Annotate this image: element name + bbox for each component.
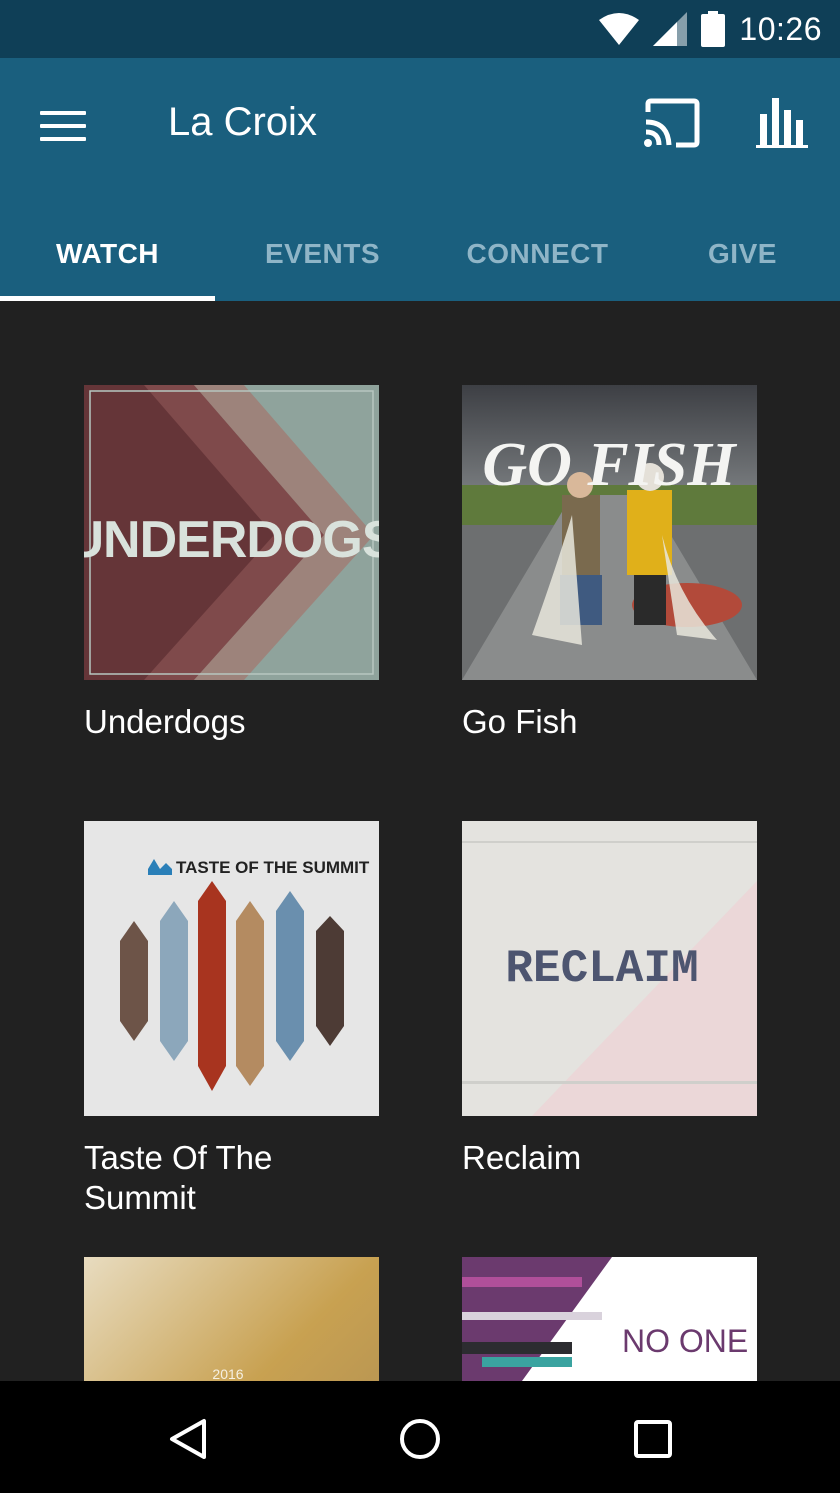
series-card-reclaim[interactable]: RECLAIM Reclaim xyxy=(462,821,757,1178)
app-title: La Croix xyxy=(168,100,317,144)
taste-of-the-summit-artwork: TASTE OF THE SUMMIT xyxy=(84,821,379,1116)
cell-signal-icon xyxy=(653,12,688,46)
tab-watch[interactable]: WATCH xyxy=(0,206,215,301)
reclaim-artwork-text: RECLAIM xyxy=(505,943,698,995)
status-time: 10:26 xyxy=(739,10,822,47)
tab-label: GIVE xyxy=(708,237,777,269)
2016-artwork-text: 2016 xyxy=(212,1366,243,1381)
tab-label: EVENTS xyxy=(264,237,381,269)
system-nav-bar xyxy=(0,1381,840,1493)
series-artwork[interactable]: GO FISH xyxy=(462,385,757,680)
underdogs-artwork: UNDERDOGS xyxy=(84,385,379,680)
series-card-go-fish[interactable]: GO FISH Go Fish xyxy=(462,385,757,742)
stats-icon[interactable] xyxy=(756,96,812,148)
status-icons: 10:26 xyxy=(599,8,822,50)
cast-icon[interactable] xyxy=(642,98,702,150)
series-title: Reclaim xyxy=(462,1139,582,1176)
series-card-underdogs[interactable]: UNDERDOGS Underdogs xyxy=(84,385,379,742)
series-artwork[interactable]: NO ONE xyxy=(462,1257,757,1381)
series-card-2016[interactable]: 2016 xyxy=(84,1257,379,1381)
reclaim-artwork: RECLAIM xyxy=(462,821,757,1116)
series-card-no-one[interactable]: NO ONE xyxy=(462,1257,757,1381)
status-bar: 10:26 xyxy=(0,0,840,58)
go-fish-artwork: GO FISH xyxy=(462,385,757,680)
wifi-icon xyxy=(599,13,640,45)
series-card-taste-of-the-summit[interactable]: TASTE OF THE SUMMIT Taste Of The Summit xyxy=(84,821,379,1218)
no-one-artwork-text: NO ONE xyxy=(622,1323,748,1359)
series-title: Underdogs xyxy=(84,703,246,740)
recents-icon[interactable] xyxy=(625,1411,681,1467)
tab-connect[interactable]: CONNECT xyxy=(430,206,645,301)
tab-label: WATCH xyxy=(55,237,160,269)
back-icon[interactable] xyxy=(160,1411,216,1467)
series-grid: UNDERDOGS Underdogs GO FISH Go Fish TAST… xyxy=(0,301,840,1381)
no-one-artwork: NO ONE xyxy=(462,1257,757,1381)
underdogs-artwork-text: UNDERDOGS xyxy=(84,511,379,569)
series-artwork[interactable]: RECLAIM xyxy=(462,821,757,1116)
home-icon[interactable] xyxy=(392,1411,448,1467)
tab-label: CONNECT xyxy=(466,237,609,269)
tab-events[interactable]: EVENTS xyxy=(215,206,430,301)
series-artwork[interactable]: TASTE OF THE SUMMIT xyxy=(84,821,379,1116)
summit-artwork-text: TASTE OF THE SUMMIT xyxy=(176,858,370,877)
battery-icon xyxy=(701,11,726,47)
app-bar: La Croix WATCH EVENTS CONNECT GIVE xyxy=(0,58,840,301)
series-artwork[interactable]: 2016 xyxy=(84,1257,379,1381)
menu-icon[interactable] xyxy=(40,104,92,148)
2016-artwork: 2016 xyxy=(84,1257,379,1381)
tab-give[interactable]: GIVE xyxy=(645,206,840,301)
series-title: Go Fish xyxy=(462,703,578,740)
go-fish-artwork-text: GO FISH xyxy=(482,431,737,499)
series-artwork[interactable]: UNDERDOGS xyxy=(84,385,379,680)
series-title: Taste Of The Summit xyxy=(84,1139,273,1216)
tab-bar: WATCH EVENTS CONNECT GIVE xyxy=(0,206,840,301)
